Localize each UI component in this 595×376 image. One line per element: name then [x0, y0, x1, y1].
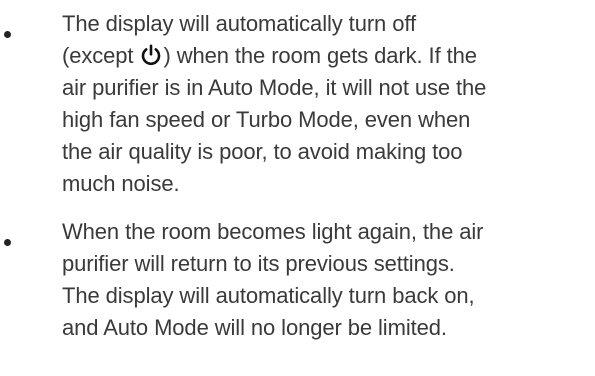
bullet-dot [4, 31, 11, 38]
bullet-list: The display will automatically turn off … [0, 0, 595, 344]
text-line: much noise. [62, 171, 180, 196]
list-item: The display will automatically turn off … [0, 0, 595, 200]
power-icon [140, 44, 162, 66]
text-fragment: (except [62, 43, 134, 68]
text-line: high fan speed or Turbo Mode, even when [62, 107, 471, 132]
text-line: (except ) when the room gets dark. If th… [62, 40, 595, 72]
bullet-dot [4, 239, 11, 246]
text-line: When the room becomes light again, the a… [62, 219, 484, 244]
text-line: air purifier is in Auto Mode, it will no… [62, 75, 487, 100]
text-line: and Auto Mode will no longer be limited. [62, 315, 447, 340]
text-line: purifier will return to its previous set… [62, 251, 455, 276]
text-line: The display will automatically turn back… [62, 283, 475, 308]
text-line: The display will automatically turn off [62, 11, 416, 36]
list-item: When the room becomes light again, the a… [0, 216, 595, 344]
text-fragment: ) when the room gets dark. If the [163, 43, 477, 68]
text-line: the air quality is poor, to avoid making… [62, 139, 463, 164]
